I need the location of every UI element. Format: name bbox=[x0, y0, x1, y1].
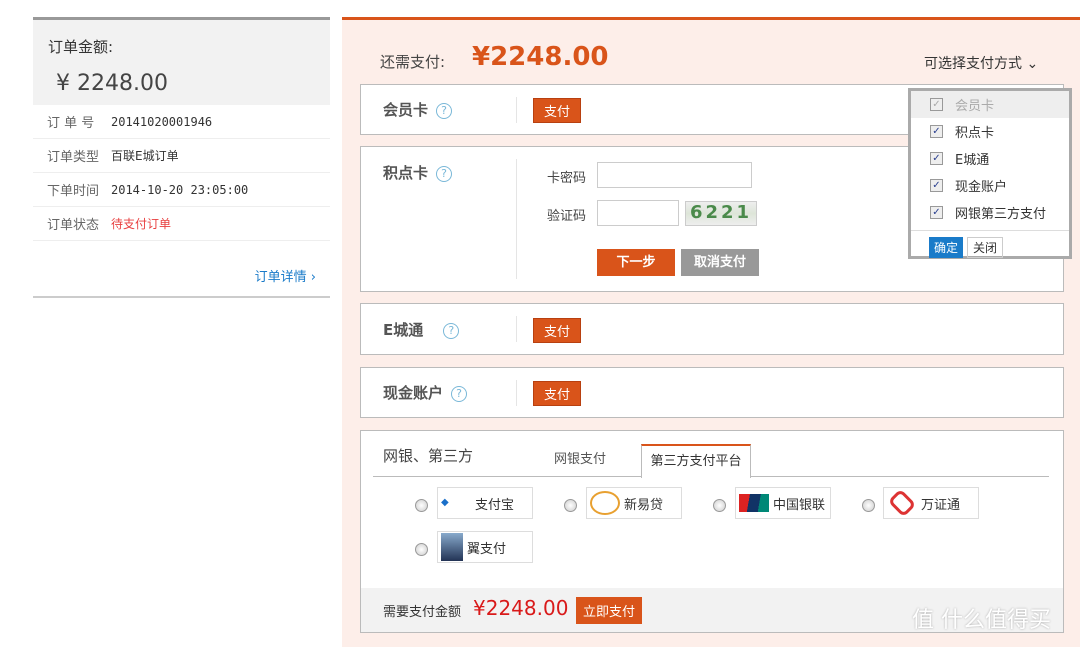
dropdown-item-cash[interactable]: ✓ 现金账户 bbox=[911, 172, 1069, 199]
order-amount: ¥ 2248.00 bbox=[56, 71, 168, 96]
pay-now-button[interactable]: 立即支付 bbox=[576, 597, 643, 624]
card-password-input[interactable] bbox=[597, 162, 752, 188]
alipay-logo-icon: ◆ bbox=[441, 497, 449, 508]
order-status-row: 订单状态 待支付订单 bbox=[33, 207, 330, 241]
option-wanzhengtong[interactable]: 万证通 bbox=[883, 487, 979, 519]
help-icon[interactable]: ? bbox=[443, 322, 460, 339]
option-label: 翼支付 bbox=[467, 541, 507, 557]
dropdown-item-ecity[interactable]: ✓ E城通 bbox=[911, 145, 1069, 172]
radio-xinyidai[interactable] bbox=[564, 499, 577, 512]
item-label: 积点卡 bbox=[955, 126, 995, 141]
confirm-button[interactable]: 确定 bbox=[929, 237, 964, 258]
ecity-pay-button[interactable]: 支付 bbox=[533, 318, 582, 343]
xinyidai-logo-icon bbox=[590, 491, 620, 515]
due-label: 还需支付: bbox=[380, 53, 446, 71]
checkbox-icon[interactable]: ✓ bbox=[930, 206, 943, 219]
watermark: 值 什么值得买 bbox=[912, 608, 1051, 633]
dropdown-item-member-card[interactable]: ✓ 会员卡 bbox=[911, 91, 1069, 118]
checkbox-icon[interactable]: ✓ bbox=[930, 179, 943, 192]
bestpay-logo-icon bbox=[441, 533, 463, 561]
help-icon[interactable]: ? bbox=[451, 385, 468, 402]
option-unionpay[interactable]: 中国银联 bbox=[735, 487, 831, 519]
footer-amount: ¥2248.00 bbox=[473, 596, 569, 620]
member-card-pay-button[interactable]: 支付 bbox=[533, 98, 582, 123]
row-value: 百联E城订单 bbox=[111, 149, 179, 163]
order-time-row: 下单时间 2014-10-20 23:05:00 bbox=[33, 173, 330, 207]
help-icon[interactable]: ? bbox=[436, 102, 453, 119]
member-card-label: 会员卡 bbox=[383, 101, 429, 119]
radio-wanzhengtong[interactable] bbox=[862, 499, 875, 512]
option-alipay[interactable]: ◆ 支付宝 bbox=[437, 487, 533, 519]
checkbox-icon[interactable]: ✓ bbox=[930, 125, 943, 138]
option-xinyidai[interactable]: 新易贷 bbox=[586, 487, 682, 519]
order-summary: 订单金额: ¥ 2248.00 订 单 号 20141020001946 订单类型… bbox=[33, 17, 330, 298]
item-label: 网银第三方支付 bbox=[955, 207, 1047, 222]
row-key: 订 单 号 bbox=[47, 116, 95, 131]
captcha-image[interactable]: 6221 bbox=[685, 201, 757, 226]
status-badge: 待支付订单 bbox=[111, 217, 172, 231]
order-detail-link[interactable]: 订单详情 › bbox=[255, 266, 316, 285]
dropdown-item-points-card[interactable]: ✓ 积点卡 bbox=[911, 118, 1069, 145]
unionpay-logo-icon bbox=[739, 494, 769, 512]
cash-account-label: 现金账户 bbox=[383, 384, 444, 402]
ecity-section: E城通? 支付 bbox=[360, 303, 1064, 355]
radio-alipay[interactable] bbox=[415, 499, 428, 512]
item-label: 现金账户 bbox=[955, 180, 1008, 195]
checkbox-icon[interactable]: ✓ bbox=[930, 152, 943, 165]
footer-label: 需要支付金额 bbox=[383, 605, 462, 620]
option-label: 新易贷 bbox=[624, 497, 664, 513]
row-key: 下单时间 bbox=[47, 184, 100, 199]
row-key: 订单类型 bbox=[47, 150, 100, 165]
help-icon[interactable]: ? bbox=[436, 165, 453, 182]
tab-bank-payment[interactable]: 网银支付 bbox=[521, 445, 639, 477]
radio-unionpay[interactable] bbox=[713, 499, 726, 512]
next-button[interactable]: 下一步 bbox=[597, 249, 675, 276]
item-label: E城通 bbox=[955, 153, 990, 168]
item-label: 会员卡 bbox=[955, 99, 995, 114]
due-amount: ¥2248.00 bbox=[472, 42, 609, 72]
cash-pay-button[interactable]: 支付 bbox=[533, 381, 582, 406]
choose-payment-toggle[interactable]: 可选择支付方式 ⌄ bbox=[924, 53, 1038, 73]
checkbox-icon[interactable]: ✓ bbox=[930, 98, 943, 111]
radio-bestpay[interactable] bbox=[415, 543, 428, 556]
row-key: 订单状态 bbox=[47, 218, 100, 233]
dropdown-item-bank[interactable]: ✓ 网银第三方支付 bbox=[911, 199, 1069, 226]
tab-third-party[interactable]: 第三方支付平台 bbox=[641, 444, 751, 478]
row-value: 2014-10-20 23:05:00 bbox=[111, 182, 249, 197]
payment-method-dropdown: ✓ 会员卡 ✓ 积点卡 ✓ E城通 ✓ 现金账户 ✓ 网银第三方支付 确定 关闭 bbox=[908, 88, 1072, 259]
option-label: 支付宝 bbox=[475, 497, 515, 513]
order-type-row: 订单类型 百联E城订单 bbox=[33, 139, 330, 173]
order-number-row: 订 单 号 20141020001946 bbox=[33, 105, 330, 139]
row-value: 20141020001946 bbox=[111, 114, 213, 129]
captcha-input[interactable] bbox=[597, 200, 679, 226]
captcha-label: 验证码 bbox=[547, 209, 587, 224]
wanzhengtong-logo-icon bbox=[887, 488, 917, 518]
close-button[interactable]: 关闭 bbox=[967, 237, 1004, 258]
card-password-label: 卡密码 bbox=[547, 171, 587, 186]
points-card-label: 积点卡 bbox=[383, 164, 429, 182]
option-bestpay[interactable]: 翼支付 bbox=[437, 531, 533, 563]
option-label: 中国银联 bbox=[773, 497, 826, 513]
amount-label: 订单金额: bbox=[48, 38, 114, 56]
ecity-label: E城通 bbox=[383, 321, 424, 339]
cancel-payment-button[interactable]: 取消支付 bbox=[681, 249, 759, 276]
bank-section-title: 网银、第三方 bbox=[383, 447, 474, 465]
option-label: 万证通 bbox=[921, 497, 961, 513]
cash-account-section: 现金账户? 支付 bbox=[360, 367, 1064, 418]
